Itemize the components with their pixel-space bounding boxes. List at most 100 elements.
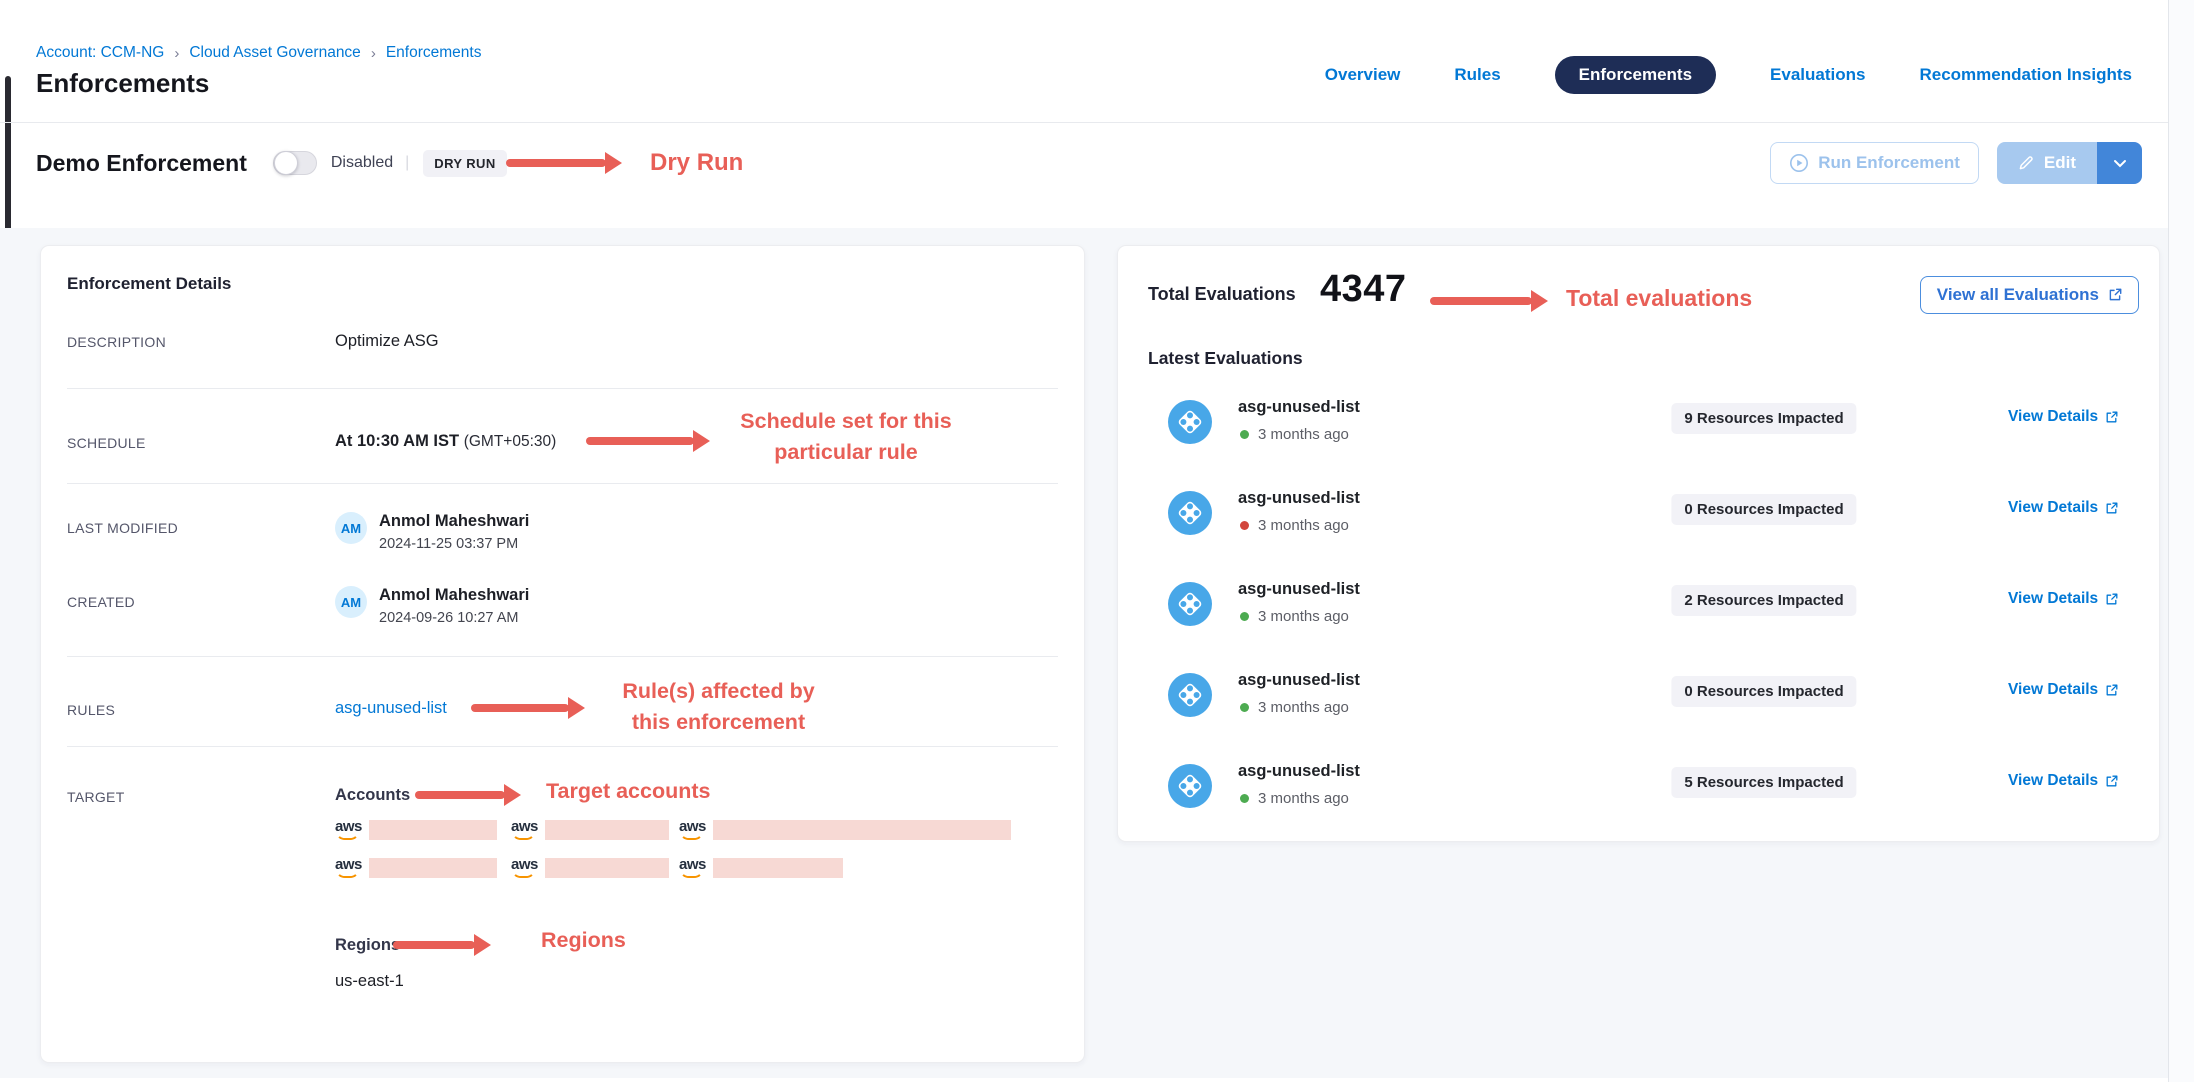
evaluation-time: 3 months ago	[1240, 790, 1349, 807]
evaluation-time: 3 months ago	[1240, 517, 1349, 534]
target-account: aws	[511, 856, 669, 881]
edit-button-label: Edit	[2044, 153, 2076, 173]
created-date: 2024-09-26 10:27 AM	[379, 610, 529, 626]
governance-rule-icon	[1168, 400, 1212, 444]
resources-impacted-badge: 5 Resources Impacted	[1671, 767, 1856, 798]
tab-overview[interactable]: Overview	[1325, 65, 1401, 85]
annotation-dry-run: Dry Run	[650, 149, 743, 177]
toggle-knob	[274, 151, 298, 175]
total-evaluations-label: Total Evaluations	[1148, 284, 1296, 305]
vertical-scrollbar[interactable]	[2168, 0, 2194, 1082]
redacted-account-id	[369, 820, 497, 840]
tab-rules[interactable]: Rules	[1454, 65, 1500, 85]
breadcrumb-account[interactable]: Account: CCM-NG	[36, 44, 164, 62]
row-divider	[67, 746, 1058, 747]
breadcrumb-governance[interactable]: Cloud Asset Governance	[189, 44, 360, 62]
latest-evaluations-label: Latest Evaluations	[1148, 348, 1303, 369]
governance-rule-icon	[1168, 491, 1212, 535]
evaluation-rule-name: asg-unused-list	[1238, 671, 1360, 690]
status-dot-icon	[1240, 703, 1249, 712]
avatar: AM	[335, 512, 367, 544]
evaluation-row: asg-unused-list 3 months ago 2 Resources…	[1118, 572, 2159, 636]
annotation-arrow-total	[1430, 297, 1532, 305]
row-divider	[67, 656, 1058, 657]
chevron-down-icon	[2113, 159, 2127, 168]
external-link-icon	[2105, 502, 2118, 515]
schedule-time: At 10:30 AM IST	[335, 432, 459, 450]
edit-split-button: Edit	[1997, 142, 2142, 184]
annotation-rules: Rule(s) affected by this enforcement	[586, 676, 851, 738]
governance-rule-icon	[1168, 764, 1212, 808]
annotation-arrow-schedule	[586, 437, 694, 445]
annotation-arrow-regions	[393, 941, 475, 949]
governance-rule-icon	[1168, 673, 1212, 717]
view-details-link[interactable]: View Details	[2008, 408, 2118, 426]
breadcrumb-enforcements[interactable]: Enforcements	[386, 44, 482, 62]
schedule-label: SCHEDULE	[67, 435, 146, 451]
toolbar-actions: Run Enforcement Edit	[1770, 142, 2142, 184]
row-divider	[67, 388, 1058, 389]
dry-run-badge: DRY RUN	[423, 150, 506, 177]
view-all-evaluations-label: View all Evaluations	[1937, 285, 2099, 305]
enforcement-name: Demo Enforcement	[36, 150, 247, 177]
aws-logo-icon: aws	[511, 856, 538, 881]
annotation-schedule: Schedule set for this particular rule	[716, 406, 976, 468]
total-evaluations-value: 4347	[1320, 268, 1407, 311]
target-account: aws	[335, 856, 497, 881]
aws-logo-icon: aws	[335, 856, 362, 881]
resources-impacted-badge: 9 Resources Impacted	[1671, 403, 1856, 434]
breadcrumb-separator: ›	[174, 45, 179, 62]
redacted-account-id	[545, 820, 669, 840]
enabled-toggle[interactable]	[273, 151, 317, 175]
evaluation-rule-name: asg-unused-list	[1238, 398, 1360, 417]
avatar: AM	[335, 586, 367, 618]
row-divider	[67, 483, 1058, 484]
edit-dropdown-button[interactable]	[2096, 142, 2142, 184]
resources-impacted-badge: 0 Resources Impacted	[1671, 494, 1856, 525]
page-title: Enforcements	[36, 68, 209, 99]
regions-label: Regions	[335, 936, 400, 955]
rules-label: RULES	[67, 702, 115, 718]
aws-logo-icon: aws	[511, 818, 538, 843]
annotation-accounts: Target accounts	[546, 779, 710, 804]
view-details-link[interactable]: View Details	[2008, 499, 2118, 517]
schedule-value: At 10:30 AM IST (GMT+05:30)	[335, 432, 556, 451]
breadcrumb-separator: ›	[371, 45, 376, 62]
tab-recommendation-insights[interactable]: Recommendation Insights	[1919, 65, 2132, 85]
target-account: aws	[679, 856, 843, 881]
created-label: CREATED	[67, 594, 135, 610]
external-link-icon	[2108, 288, 2122, 302]
aws-logo-icon: aws	[679, 856, 706, 881]
last-modified-date: 2024-11-25 03:37 PM	[379, 536, 529, 552]
run-enforcement-button[interactable]: Run Enforcement	[1770, 142, 1979, 184]
header-divider	[0, 122, 2168, 123]
last-modified-name: Anmol Maheshwari	[379, 512, 529, 531]
run-enforcement-label: Run Enforcement	[1818, 153, 1960, 173]
view-details-link[interactable]: View Details	[2008, 681, 2118, 699]
annotation-arrow-dry-run	[506, 159, 606, 167]
annotation-arrow-accounts	[415, 791, 505, 799]
tab-enforcements[interactable]: Enforcements	[1555, 56, 1716, 94]
resources-impacted-badge: 2 Resources Impacted	[1671, 585, 1856, 616]
redacted-account-id	[369, 858, 497, 878]
divider-pipe: |	[405, 154, 409, 172]
evaluation-time: 3 months ago	[1240, 608, 1349, 625]
region-value: us-east-1	[335, 972, 404, 991]
view-all-evaluations-button[interactable]: View all Evaluations	[1920, 276, 2139, 314]
evaluation-rule-name: asg-unused-list	[1238, 762, 1360, 781]
pencil-icon	[2017, 154, 2035, 172]
target-account: aws	[335, 818, 497, 843]
edit-button[interactable]: Edit	[1997, 142, 2096, 184]
tab-evaluations[interactable]: Evaluations	[1770, 65, 1865, 85]
details-card-title: Enforcement Details	[67, 274, 231, 294]
target-account: aws	[511, 818, 669, 843]
target-label: TARGET	[67, 789, 125, 805]
view-details-link[interactable]: View Details	[2008, 772, 2118, 790]
last-modified-label: LAST MODIFIED	[67, 520, 178, 536]
rule-link[interactable]: asg-unused-list	[335, 699, 447, 718]
view-details-link[interactable]: View Details	[2008, 590, 2118, 608]
evaluation-rule-name: asg-unused-list	[1238, 489, 1360, 508]
status-dot-icon	[1240, 612, 1249, 621]
external-link-icon	[2105, 775, 2118, 788]
aws-logo-icon: aws	[335, 818, 362, 843]
